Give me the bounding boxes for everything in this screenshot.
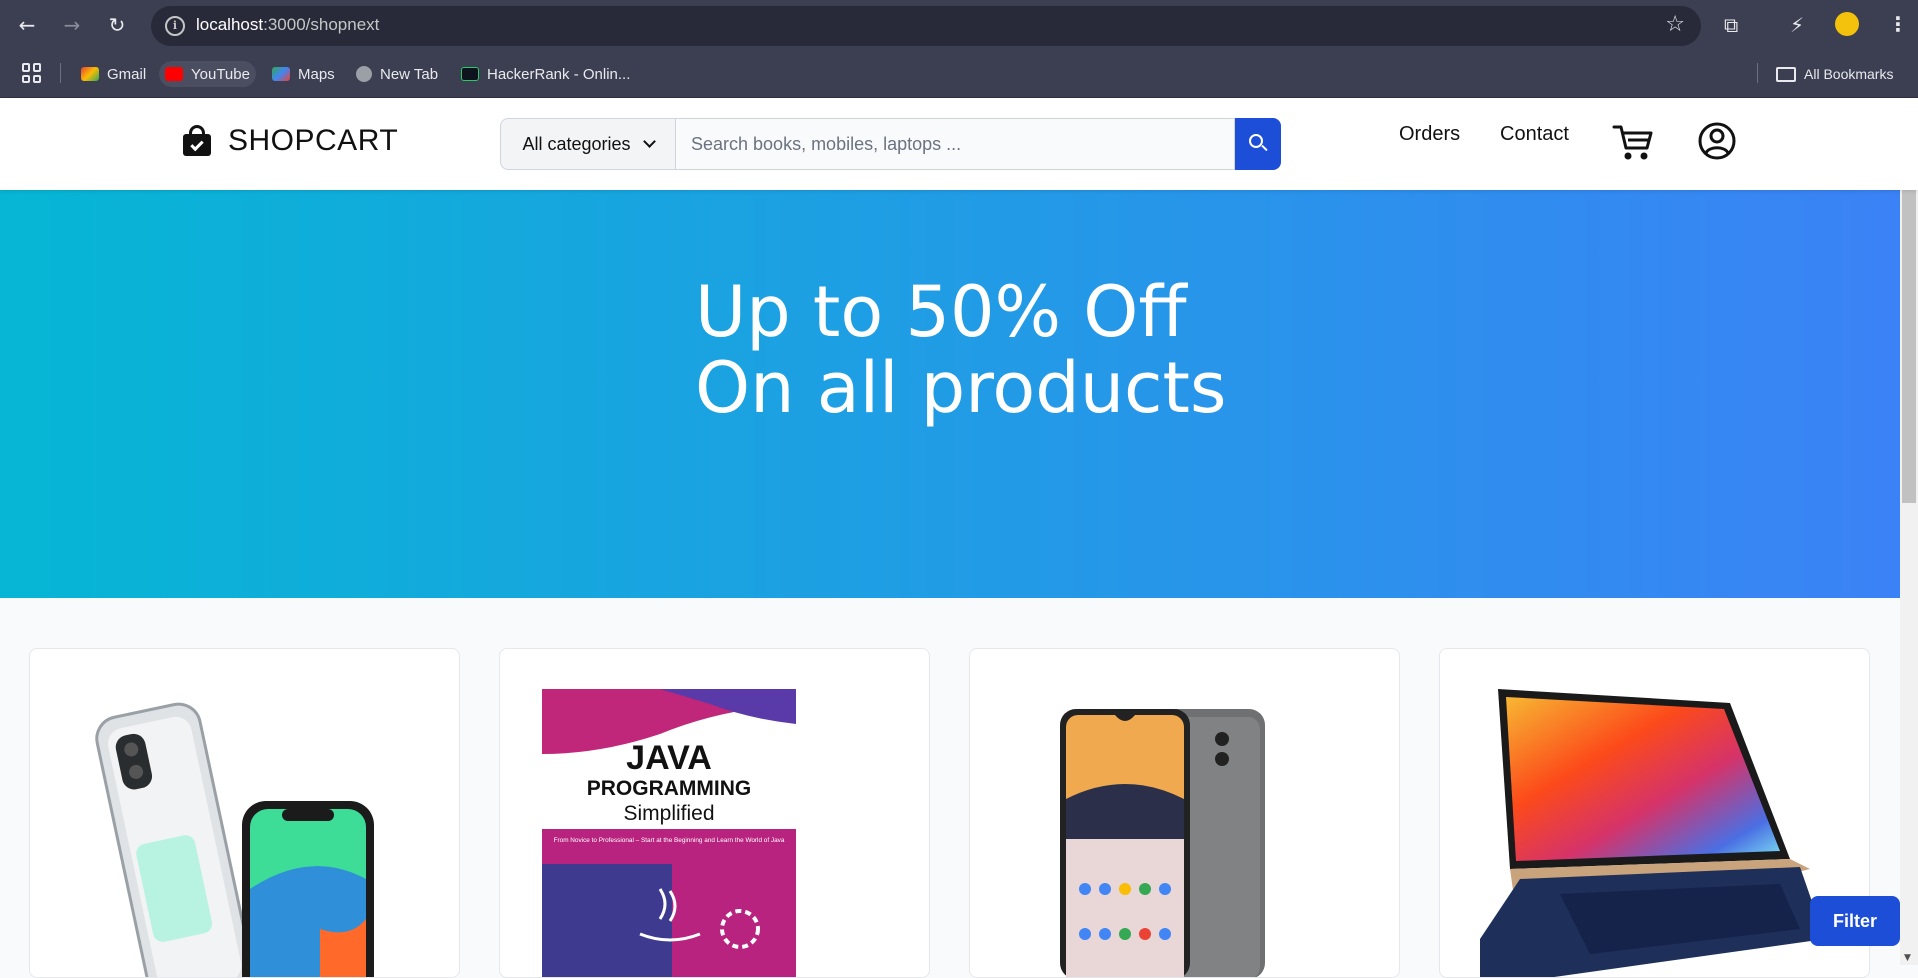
java-book-image: JAVA PROGRAMMING Simplified From Novice … <box>540 689 892 977</box>
bookmark-youtube[interactable]: YouTube <box>159 61 256 87</box>
promo-text: Up to 50% Off On all products <box>695 274 1226 426</box>
bookmark-new-tab[interactable]: New Tab <box>350 61 444 87</box>
all-bookmarks-label: All Bookmarks <box>1804 66 1894 82</box>
category-dropdown-label: All categories <box>522 133 631 154</box>
hackerrank-icon <box>461 67 479 81</box>
brand-name: SHOPCART <box>228 124 399 157</box>
category-dropdown[interactable]: All categories <box>500 118 675 170</box>
search-bar: All categories <box>500 118 1281 170</box>
performance-icon[interactable]: ⚡ <box>1790 12 1804 38</box>
promo-banner: Up to 50% Off On all products <box>0 190 1900 598</box>
nokia-phone-image <box>1010 689 1362 977</box>
chevron-down-icon <box>642 135 656 148</box>
brand-logo[interactable]: SHOPCART <box>180 124 398 158</box>
search-button[interactable] <box>1235 118 1281 170</box>
book-blurb: From Novice to Professional – Start at t… <box>554 837 785 844</box>
book-subtitle: PROGRAMMING <box>587 777 752 800</box>
bookmark-label: YouTube <box>191 65 250 83</box>
forward-icon[interactable]: → <box>59 12 85 38</box>
bookmark-label: HackerRank - Onlin... <box>487 65 631 83</box>
product-card[interactable]: JAVA PROGRAMMING Simplified From Novice … <box>499 648 930 978</box>
bookmark-star-icon[interactable]: ☆ <box>1665 12 1685 37</box>
profile-avatar[interactable] <box>1835 12 1859 36</box>
url-text[interactable]: localhost:3000/shopnext <box>196 15 379 35</box>
address-bar[interactable]: i localhost:3000/shopnext ☆ <box>151 6 1701 46</box>
product-card[interactable] <box>29 648 460 978</box>
back-icon[interactable]: ← <box>14 12 40 38</box>
maps-icon <box>272 67 290 81</box>
shopping-bag-icon <box>180 124 214 158</box>
bookmarks-divider <box>60 63 61 83</box>
bookmark-gmail[interactable]: Gmail <box>75 61 152 87</box>
product-card[interactable] <box>969 648 1400 978</box>
bookmark-label: Maps <box>298 65 335 83</box>
youtube-icon <box>165 67 183 81</box>
folder-icon <box>1776 66 1796 82</box>
reload-icon[interactable]: ↻ <box>104 12 130 38</box>
bookmark-label: New Tab <box>380 65 439 83</box>
product-card[interactable] <box>1439 648 1870 978</box>
iphone-image <box>70 689 422 977</box>
browser-menu-icon[interactable]: ⋮ <box>1888 12 1908 36</box>
promo-subheadline: On all products <box>695 347 1227 429</box>
book-title: JAVA <box>626 739 712 777</box>
browser-toolbar: ← → ↻ i localhost:3000/shopnext ☆ ⧉ ⚡ ⋮ <box>0 0 1918 50</box>
promo-headline: Up to 50% Off <box>695 271 1187 353</box>
bookmarks-divider <box>1757 63 1758 83</box>
nav-orders-link[interactable]: Orders <box>1399 123 1460 146</box>
globe-icon <box>356 66 372 82</box>
all-bookmarks[interactable]: All Bookmarks <box>1770 61 1899 87</box>
bookmark-maps[interactable]: Maps <box>266 61 341 87</box>
site-info-icon[interactable]: i <box>165 16 185 36</box>
scroll-thumb[interactable] <box>1902 190 1916 503</box>
extensions-icon[interactable]: ⧉ <box>1724 12 1738 38</box>
bookmark-hackerrank[interactable]: HackerRank - Onlin... <box>455 61 636 87</box>
gmail-icon <box>81 67 99 81</box>
site-header: SHOPCART All categories Orders Contact <box>0 98 1918 190</box>
user-account-icon[interactable] <box>1697 121 1737 161</box>
nav-contact-link[interactable]: Contact <box>1500 123 1569 146</box>
cart-icon[interactable] <box>1612 122 1654 162</box>
bookmark-label: Gmail <box>107 65 147 83</box>
book-tag: Simplified <box>623 802 714 825</box>
page-scrollbar[interactable]: ▼ <box>1900 190 1918 965</box>
scroll-down-arrow-icon[interactable]: ▼ <box>1904 953 1911 963</box>
apps-grid-icon[interactable] <box>22 63 42 83</box>
filter-button[interactable]: Filter <box>1810 896 1900 946</box>
search-input[interactable] <box>675 118 1235 170</box>
laptop-image <box>1480 689 1832 977</box>
